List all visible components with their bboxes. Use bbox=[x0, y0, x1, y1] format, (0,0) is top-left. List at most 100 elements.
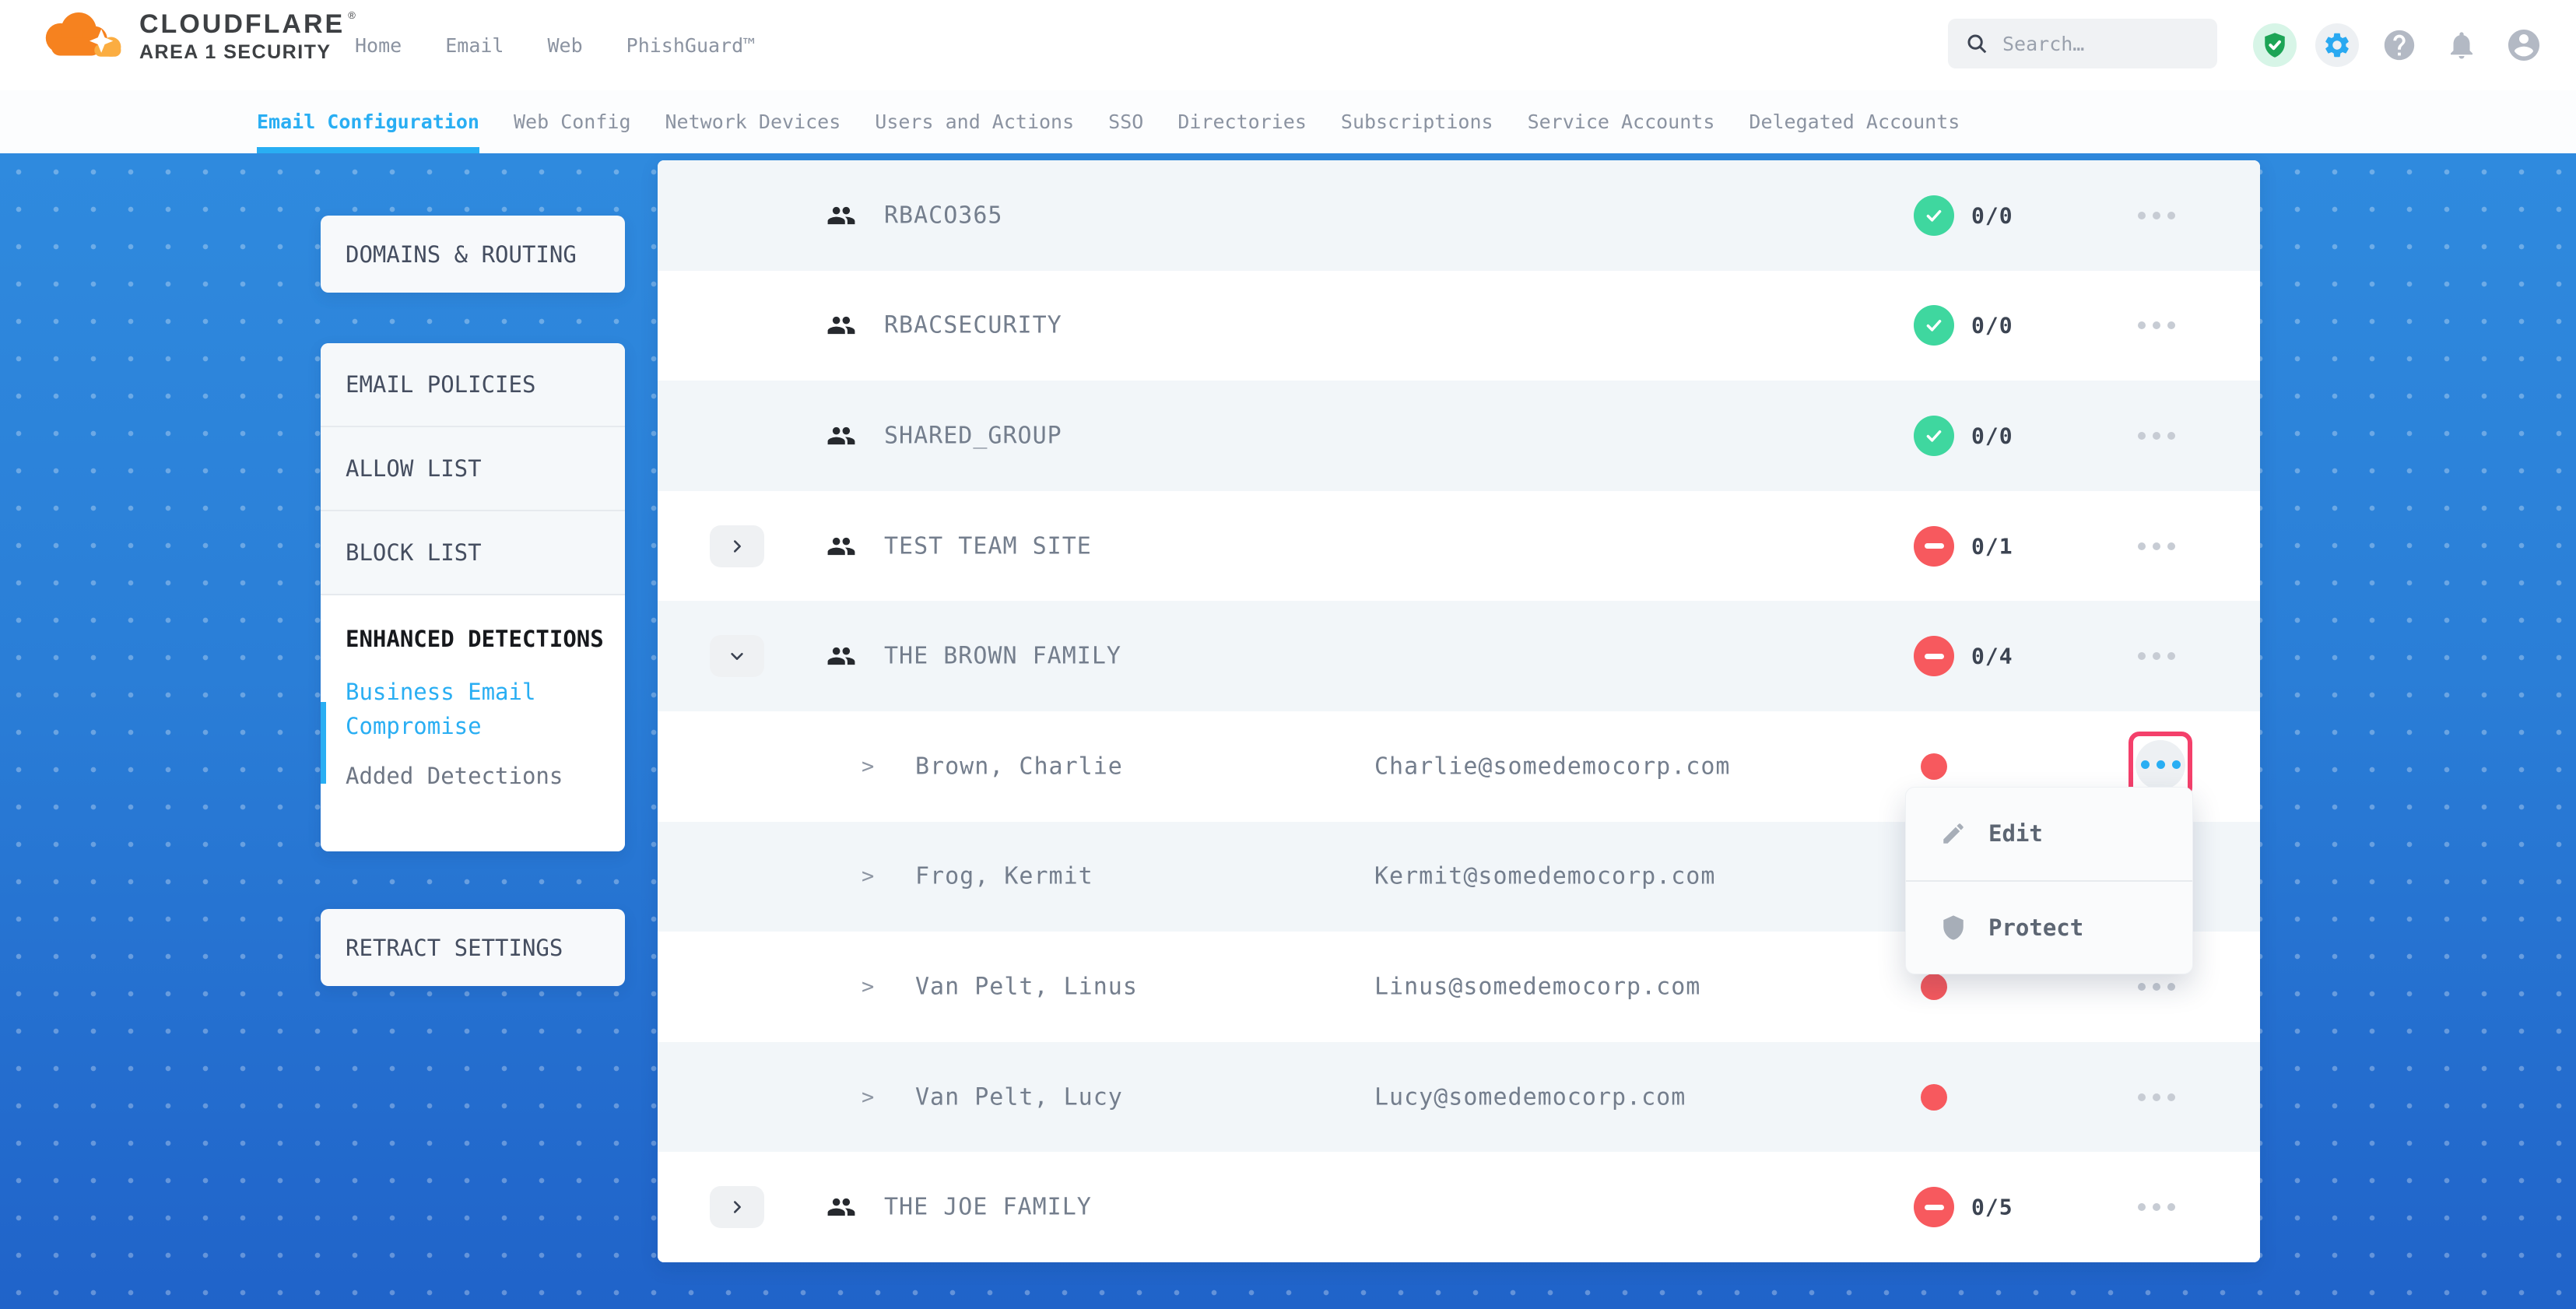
row-menu-button[interactable] bbox=[2138, 424, 2175, 447]
brand-name: CLOUDFLARE bbox=[139, 11, 345, 37]
table-row-group: RBACO365 0/0 bbox=[658, 160, 2260, 271]
protected-count: 0/0 bbox=[1971, 423, 2013, 448]
app-header: CLOUDFLARE ® AREA 1 SECURITY Home Email We… bbox=[0, 0, 2576, 92]
pencil-icon bbox=[1940, 820, 1967, 847]
minus-glyph bbox=[1925, 1205, 1944, 1210]
search-input[interactable] bbox=[2001, 32, 2191, 56]
tab-sso[interactable]: SSO bbox=[1108, 90, 1143, 153]
top-nav: Home Email Web PhishGuard™ bbox=[355, 0, 755, 90]
chevron-down-icon bbox=[728, 647, 746, 665]
status-dot bbox=[1921, 1084, 1947, 1111]
table-row-group: TEST TEAM SITE 0/1 bbox=[658, 491, 2260, 602]
table-row-group: THE JOE FAMILY0/5 bbox=[658, 1152, 2260, 1262]
group-name: RBACSECURITY bbox=[884, 312, 1062, 339]
member-chevron-icon: > bbox=[862, 1085, 874, 1109]
sidebar-item-enhanced-detections[interactable]: ENHANCED DETECTIONS bbox=[346, 622, 606, 656]
tab-network-devices[interactable]: Network Devices bbox=[665, 90, 841, 153]
groups-table: RBACO365 0/0 RBACSECURITY 0/0 SHARED_GROUP 0/… bbox=[658, 160, 2260, 1262]
group-icon bbox=[826, 641, 856, 671]
protected-count: 0/0 bbox=[1971, 313, 2013, 339]
group-icon bbox=[826, 532, 856, 561]
group-icon bbox=[826, 421, 856, 451]
expand-group-button[interactable] bbox=[710, 525, 764, 567]
table-row-group: RBACSECURITY 0/0 bbox=[658, 271, 2260, 381]
cloudflare-logo[interactable]: CLOUDFLARE ® AREA 1 SECURITY bbox=[33, 9, 356, 64]
table-row-group: THE BROWN FAMILY0/4 bbox=[658, 601, 2260, 711]
member-name: Van Pelt, Lucy bbox=[915, 1083, 1123, 1111]
tab-subscriptions[interactable]: Subscriptions bbox=[1341, 90, 1493, 153]
status-ok-icon bbox=[1914, 305, 1954, 346]
group-name: RBACO365 bbox=[884, 202, 1003, 229]
collapse-group-button[interactable] bbox=[710, 635, 764, 677]
protected-count: 0/0 bbox=[1971, 202, 2013, 228]
domains-routing-card[interactable]: DOMAINS & ROUTING bbox=[321, 216, 625, 293]
logo-text: CLOUDFLARE ® AREA 1 SECURITY bbox=[139, 11, 356, 62]
shield-icon bbox=[1940, 914, 1967, 941]
chevron-right-icon bbox=[728, 1198, 746, 1216]
retract-settings-card[interactable]: RETRACT SETTINGS bbox=[321, 909, 625, 986]
sidebar-item-block-list[interactable]: BLOCK LIST bbox=[321, 511, 625, 595]
group-name: SHARED_GROUP bbox=[884, 422, 1062, 449]
active-item-indicator bbox=[321, 702, 326, 784]
table-row-member: >Van Pelt, LucyLucy@somedemocorp.com bbox=[658, 1042, 2260, 1153]
group-icon bbox=[826, 201, 856, 230]
menu-item-label: Edit bbox=[1988, 820, 2043, 847]
row-menu-button[interactable] bbox=[2138, 535, 2175, 558]
tab-delegated-accounts[interactable]: Delegated Accounts bbox=[1749, 90, 1960, 153]
menu-item-label: Protect bbox=[1988, 914, 2083, 941]
row-menu-button[interactable] bbox=[2136, 740, 2185, 790]
row-menu-button[interactable] bbox=[2138, 204, 2175, 227]
status-blocked-icon bbox=[1914, 1187, 1954, 1227]
tab-directories[interactable]: Directories bbox=[1177, 90, 1307, 153]
tab-service-accounts[interactable]: Service Accounts bbox=[1528, 90, 1715, 153]
protected-count: 0/5 bbox=[1971, 1195, 2013, 1220]
sidebar-item-domains-routing: DOMAINS & ROUTING bbox=[346, 241, 577, 268]
page-background: DOMAINS & ROUTING EMAIL POLICIESALLOW LIS… bbox=[0, 153, 2576, 1309]
top-nav-item-home[interactable]: Home bbox=[355, 34, 402, 57]
sidebar-item-allow-list[interactable]: ALLOW LIST bbox=[321, 427, 625, 511]
sidebar-item-added-detections[interactable]: Added Detections bbox=[346, 759, 606, 793]
bell-icon[interactable] bbox=[2440, 23, 2483, 67]
tab-web-config[interactable]: Web Config bbox=[514, 90, 631, 153]
help-icon[interactable] bbox=[2378, 23, 2421, 67]
minus-glyph bbox=[1925, 543, 1944, 549]
member-email: Charlie@somedemocorp.com bbox=[1374, 753, 1730, 780]
row-menu-button[interactable] bbox=[2138, 314, 2175, 337]
gear-icon[interactable] bbox=[2315, 23, 2359, 67]
menu-item-edit[interactable]: Edit bbox=[1906, 788, 2192, 880]
row-menu-button[interactable] bbox=[2138, 1195, 2175, 1219]
sidebar-item-retract-settings: RETRACT SETTINGS bbox=[346, 935, 563, 961]
member-email: Kermit@somedemocorp.com bbox=[1374, 863, 1715, 890]
group-icon bbox=[826, 311, 856, 340]
secondary-nav: Email Configuration Web Config Network Dev… bbox=[0, 90, 2576, 153]
status-dot bbox=[1921, 753, 1947, 780]
member-name: Frog, Kermit bbox=[915, 863, 1093, 890]
status-ok-icon bbox=[1914, 416, 1954, 456]
row-menu-button[interactable] bbox=[2138, 975, 2175, 998]
status-blocked-icon bbox=[1914, 526, 1954, 567]
status-ok-icon bbox=[1914, 195, 1954, 236]
expand-group-button[interactable] bbox=[710, 1186, 764, 1228]
search-box bbox=[1948, 19, 2217, 68]
top-nav-item-web[interactable]: Web bbox=[547, 34, 582, 57]
member-chevron-icon: > bbox=[862, 974, 874, 998]
member-chevron-icon: > bbox=[862, 754, 874, 778]
sidebar-item-business-email-compromise[interactable]: Business Email Compromise bbox=[346, 675, 606, 743]
table-row-group: SHARED_GROUP 0/0 bbox=[658, 381, 2260, 491]
shield-check-icon[interactable] bbox=[2253, 23, 2297, 67]
user-icon[interactable] bbox=[2502, 23, 2546, 67]
row-menu-button[interactable] bbox=[2138, 1086, 2175, 1109]
row-menu-button[interactable] bbox=[2138, 644, 2175, 668]
member-chevron-icon: > bbox=[862, 865, 874, 889]
tab-users-and-actions[interactable]: Users and Actions bbox=[875, 90, 1074, 153]
top-nav-item-email[interactable]: Email bbox=[445, 34, 504, 57]
top-nav-item-phishguard[interactable]: PhishGuard™ bbox=[626, 34, 756, 57]
menu-item-protect[interactable]: Protect bbox=[1906, 880, 2192, 974]
minus-glyph bbox=[1925, 654, 1944, 659]
tab-email-configuration[interactable]: Email Configuration bbox=[257, 90, 479, 153]
sidebar-item-email-policies[interactable]: EMAIL POLICIES bbox=[321, 343, 625, 427]
member-name: Van Pelt, Linus bbox=[915, 973, 1138, 1000]
email-policies-card: EMAIL POLICIESALLOW LISTBLOCK LIST ENHANC… bbox=[321, 343, 625, 851]
group-name: TEST TEAM SITE bbox=[884, 532, 1092, 560]
protected-count: 0/1 bbox=[1971, 533, 2013, 559]
